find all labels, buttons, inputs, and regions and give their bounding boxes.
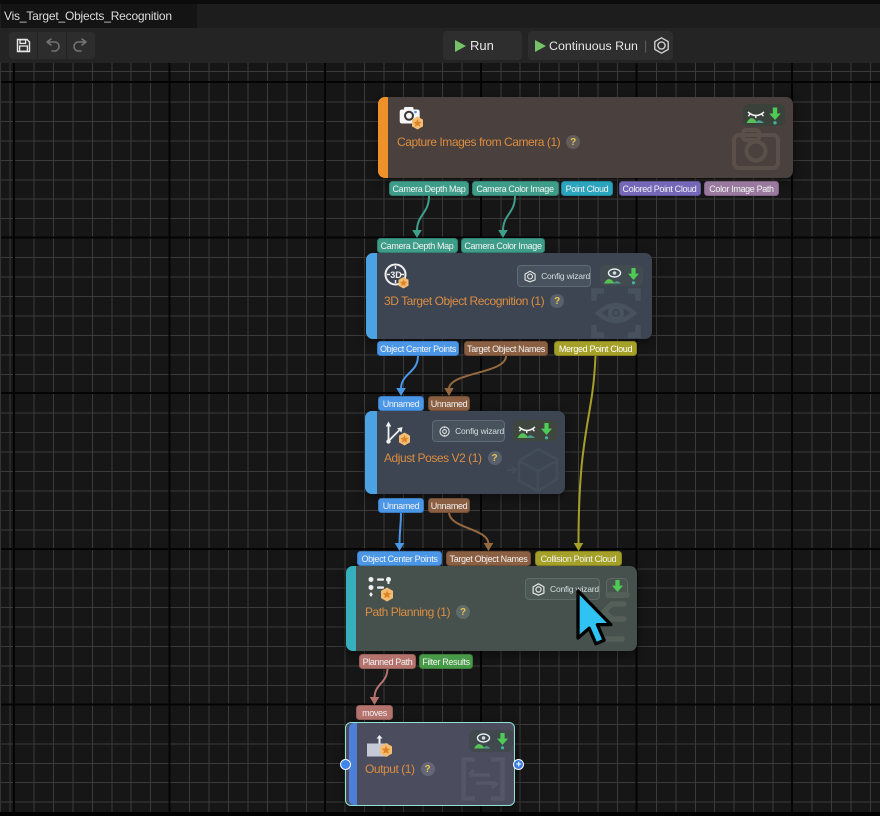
svg-text:3D: 3D (390, 270, 402, 280)
